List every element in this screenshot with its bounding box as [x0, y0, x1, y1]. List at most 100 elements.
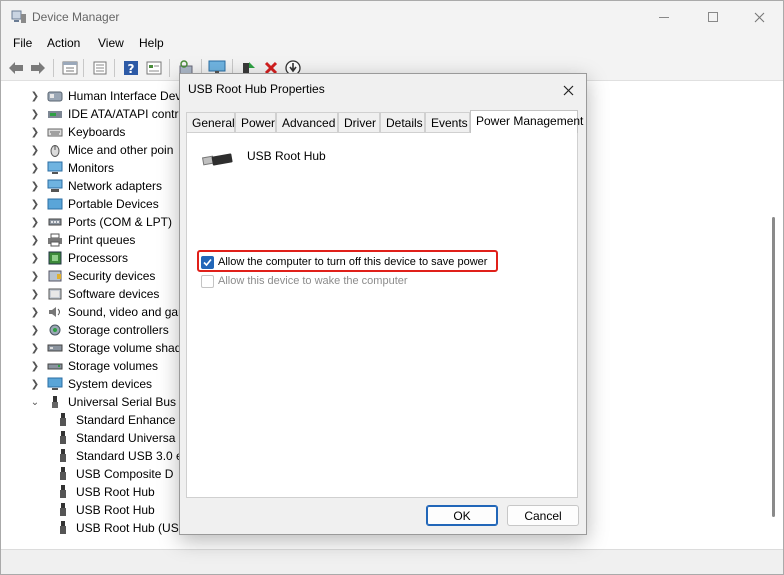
chevron-right-icon[interactable]: ❯ — [29, 180, 41, 192]
dialog-title: USB Root Hub Properties — [188, 82, 325, 96]
tree-subitem-usb[interactable]: USB Root Hub (US — [49, 519, 179, 537]
tree-item-label: Human Interface Devi — [68, 89, 185, 103]
chevron-down-icon[interactable]: ⌄ — [29, 396, 41, 408]
chevron-right-icon[interactable]: ❯ — [29, 216, 41, 228]
view-button[interactable] — [145, 59, 163, 77]
mouse-icon — [50, 145, 60, 157]
tree-item-sound[interactable]: ❯ Sound, video and gar — [29, 303, 182, 321]
tree-subitem-label: USB Root Hub (US — [76, 521, 179, 535]
close-button[interactable] — [736, 1, 782, 33]
security-icon — [48, 270, 62, 282]
maximize-icon — [708, 12, 718, 22]
tab-driver[interactable]: Driver — [338, 112, 380, 132]
allow-turn-off-option[interactable]: Allow the computer to turn off this devi… — [201, 254, 487, 270]
chevron-right-icon[interactable]: ❯ — [29, 198, 41, 210]
tree-subitem-usb[interactable]: Standard USB 3.0 e — [49, 447, 183, 465]
tree-item-keyboards[interactable]: ❯ Keyboards — [29, 123, 126, 141]
tab-general[interactable]: General — [186, 112, 235, 132]
usb-root-hub-properties-dialog: USB Root Hub Properties General Power Ad… — [179, 73, 587, 535]
tree-item-label: Sound, video and gar — [68, 305, 183, 319]
tree-item-security[interactable]: ❯ Security devices — [29, 267, 156, 285]
tab-advanced[interactable]: Advanced — [276, 112, 338, 132]
tab-power-management[interactable]: Power Management — [470, 110, 583, 133]
tree-subitem-usb[interactable]: Standard Enhance — [49, 411, 175, 429]
tree-item-mice[interactable]: ❯ Mice and other poin — [29, 141, 173, 159]
tree-item-software[interactable]: ❯ Software devices — [29, 285, 160, 303]
chevron-right-icon[interactable]: ❯ — [29, 270, 41, 282]
tree-item-ide[interactable]: ❯ IDE ATA/ATAPI contro — [29, 105, 185, 123]
tree-item-processors[interactable]: ❯ Processors — [29, 249, 128, 267]
tree-item-storage-controllers[interactable]: ❯ Storage controllers — [29, 321, 169, 339]
back-button[interactable] — [7, 59, 25, 77]
toolbar-separator — [169, 59, 170, 77]
menu-file[interactable]: File — [13, 36, 32, 50]
tree-item-network[interactable]: ❯ Network adapters — [29, 177, 162, 195]
tree-subitem-usb[interactable]: USB Root Hub — [49, 483, 155, 501]
tree-subitem-usb[interactable]: USB Root Hub — [49, 501, 155, 519]
hid-icon — [47, 91, 63, 102]
properties-list-button[interactable] — [61, 59, 79, 77]
tree-item-label: Software devices — [68, 287, 160, 301]
svg-text:?: ? — [128, 62, 135, 76]
tree-item-ports[interactable]: ❯ Ports (COM & LPT) — [29, 213, 172, 231]
chevron-right-icon[interactable]: ❯ — [29, 288, 41, 300]
usb-device-icon — [60, 413, 66, 426]
tree-item-monitors[interactable]: ❯ Monitors — [29, 159, 114, 177]
chevron-right-icon[interactable]: ❯ — [29, 126, 41, 138]
view-icon — [146, 61, 162, 75]
tree-scrollbar[interactable] — [767, 83, 781, 549]
help-button[interactable]: ? — [122, 59, 140, 77]
tree-item-usb-controllers[interactable]: ⌄ Universal Serial Bus co — [29, 393, 192, 411]
status-bar — [1, 549, 783, 574]
chevron-right-icon[interactable]: ❯ — [29, 306, 41, 318]
tree-item-storage-shadow[interactable]: ❯ Storage volume shado — [29, 339, 188, 357]
chevron-right-icon[interactable]: ❯ — [29, 360, 41, 372]
menu-action[interactable]: Action — [47, 36, 80, 50]
chevron-right-icon[interactable]: ❯ — [29, 324, 41, 336]
menu-bar: File Action View Help — [1, 33, 783, 55]
chevron-right-icon[interactable]: ❯ — [29, 342, 41, 354]
tree-item-system-devices[interactable]: ❯ System devices — [29, 375, 152, 393]
allow-turn-off-checkbox[interactable] — [201, 255, 214, 269]
chevron-right-icon[interactable]: ❯ — [29, 234, 41, 246]
tree-item-label: Print queues — [68, 233, 136, 247]
chevron-right-icon[interactable]: ❯ — [29, 252, 41, 264]
tab-events[interactable]: Events — [425, 112, 470, 132]
tree-item-hid[interactable]: ❯ Human Interface Devi — [29, 87, 184, 105]
forward-button[interactable] — [29, 59, 47, 77]
usb-device-icon — [60, 485, 66, 498]
device-name: USB Root Hub — [247, 149, 326, 163]
chevron-right-icon[interactable]: ❯ — [29, 108, 41, 120]
usb-device-icon — [60, 467, 66, 480]
power-management-panel: USB Root Hub Allow the computer to turn … — [186, 132, 578, 498]
dialog-close-button[interactable] — [552, 76, 584, 104]
tree-item-print-queues[interactable]: ❯ Print queues — [29, 231, 136, 249]
usb-device-icon — [60, 449, 66, 462]
minimize-button[interactable] — [641, 1, 687, 33]
tree-item-storage-volumes[interactable]: ❯ Storage volumes — [29, 357, 158, 375]
ok-button[interactable]: OK — [426, 505, 498, 526]
cancel-button[interactable]: Cancel — [507, 505, 579, 526]
tree-subitem-usb[interactable]: USB Composite D — [49, 465, 173, 483]
chevron-right-icon[interactable]: ❯ — [29, 162, 41, 174]
tab-power[interactable]: Power — [235, 112, 276, 132]
tree-item-label: IDE ATA/ATAPI contro — [68, 107, 186, 121]
chevron-right-icon[interactable]: ❯ — [29, 144, 41, 156]
storage-controller-icon — [49, 324, 61, 336]
scrollbar-thumb[interactable] — [772, 217, 775, 517]
show-hidden-button[interactable] — [91, 59, 109, 77]
tree-item-label: Monitors — [68, 161, 115, 175]
allow-wake-checkbox — [201, 274, 214, 288]
tree-item-portable[interactable]: ❯ Portable Devices — [29, 195, 159, 213]
tab-details[interactable]: Details — [380, 112, 425, 132]
menu-view[interactable]: View — [98, 36, 124, 50]
menu-help[interactable]: Help — [139, 36, 164, 50]
device-manager-app-icon — [11, 10, 26, 23]
maximize-button[interactable] — [690, 1, 736, 33]
chevron-right-icon[interactable]: ❯ — [29, 378, 41, 390]
chevron-right-icon[interactable]: ❯ — [29, 90, 41, 102]
system-icon — [47, 377, 63, 390]
port-icon — [48, 218, 62, 226]
tree-subitem-usb[interactable]: Standard Universa — [49, 429, 175, 447]
allow-wake-label: Allow this device to wake the computer — [218, 275, 408, 287]
